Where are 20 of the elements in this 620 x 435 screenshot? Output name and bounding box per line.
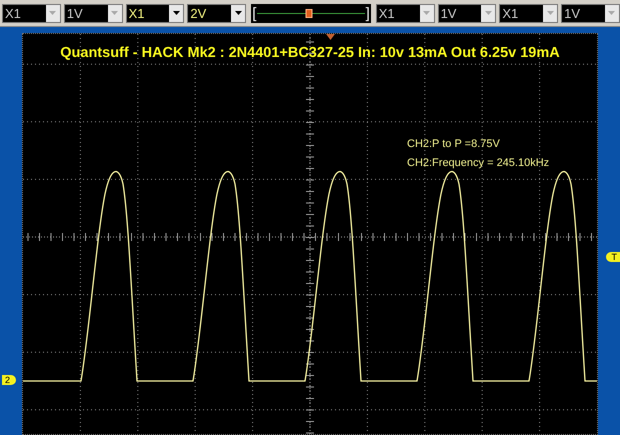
measurement-readout: CH2:P to P =8.75V	[407, 138, 501, 150]
caret-icon	[423, 11, 430, 15]
bracket: [	[251, 4, 258, 22]
caret-icon	[484, 11, 492, 15]
measurement-readout: CH2:Frequency = 245.10kHz	[407, 157, 550, 169]
bracket: ]	[364, 4, 371, 22]
caret-icon	[172, 11, 180, 15]
scope-title: Quantsuff - HACK Mk2 : 2N4401+BC327-25 In: 10v 13mA Out 6.25v 19mA	[59, 45, 561, 61]
dropdown[interactable]: 2V	[187, 4, 246, 22]
caret-icon	[234, 11, 242, 15]
trigger-marker[interactable]: T	[606, 252, 620, 262]
slider-thumb[interactable]	[305, 8, 312, 18]
dropdown[interactable]: X1	[126, 4, 184, 22]
caret-icon	[49, 11, 56, 15]
caret-icon	[111, 11, 118, 15]
caret-icon	[546, 11, 554, 15]
trigger-position-icon	[326, 34, 335, 40]
caret-icon	[608, 11, 616, 15]
channel-marker[interactable]: 2	[2, 375, 16, 385]
slider-track[interactable]	[257, 8, 365, 18]
